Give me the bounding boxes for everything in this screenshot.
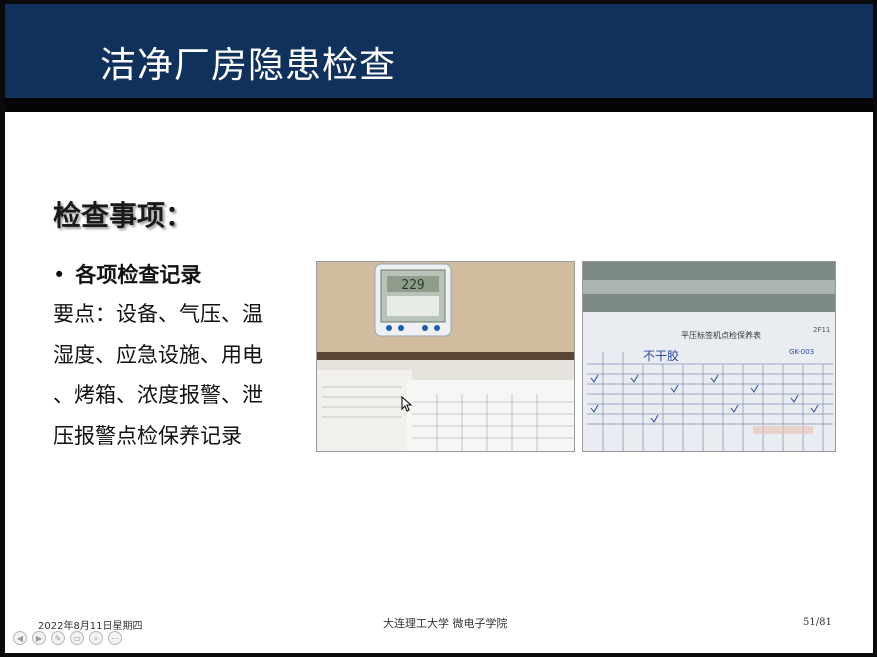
bullet-text: 各项检查记录: [75, 263, 202, 287]
svg-text:2F11: 2F11: [813, 326, 830, 334]
bullet-dot: •: [53, 263, 66, 287]
footer-institution: 大连理工大学 微电子学院: [383, 617, 508, 630]
handwritten-note: 不干胶: [643, 348, 679, 363]
hygrometer-reading: 229: [401, 278, 424, 293]
hygrometer-photo: 229: [317, 262, 574, 451]
points-line: 、烤箱、浓度报警、泄: [53, 383, 263, 407]
more-icon[interactable]: ⋯: [108, 631, 122, 645]
prev-slide-icon[interactable]: ◀: [13, 631, 27, 645]
points-line: 压报警点检保养记录: [53, 423, 242, 448]
slides-icon[interactable]: ▭: [70, 631, 84, 645]
machine-code: GK-003: [789, 348, 814, 356]
mouse-cursor-icon: [401, 396, 413, 412]
points-line: 湿度、应急设施、用电: [53, 342, 263, 367]
bullet-item: • 各项检查记录: [53, 259, 201, 289]
photo-inspection-form: 平压标签机点检保养表 2F11 不干胶 GK-003: [582, 261, 836, 452]
page-number: 51/81: [803, 617, 832, 628]
slide: 洁净厂房隐患检查 检查事项： • 各项检查记录 要点：设备、气压、温 湿度、应急设…: [5, 4, 873, 653]
title-separator: [5, 98, 873, 112]
slide-title: 洁净厂房隐患检查: [100, 45, 397, 86]
points-line: 要点：设备、气压、温: [53, 302, 263, 326]
pen-icon[interactable]: ✎: [51, 631, 65, 645]
photo-hygrometer-record: 229: [316, 261, 575, 452]
inspection-form-photo: 平压标签机点检保养表 2F11 不干胶 GK-003: [583, 262, 835, 451]
key-points: 要点：设备、气压、温 湿度、应急设施、用电 、烤箱、浓度报警、泄 压报警点检保养…: [53, 294, 303, 456]
zoom-icon[interactable]: ⌕: [89, 631, 103, 645]
slide-nav-controls: ◀ ▶ ✎ ▭ ⌕ ⋯: [13, 631, 122, 647]
title-bar: 洁净厂房隐患检查: [5, 4, 873, 98]
footer-date: 2022年8月11日星期四: [38, 621, 143, 632]
section-heading: 检查事项：: [53, 199, 194, 232]
form-title: 平压标签机点检保养表: [681, 330, 761, 340]
next-slide-icon[interactable]: ▶: [32, 631, 46, 645]
